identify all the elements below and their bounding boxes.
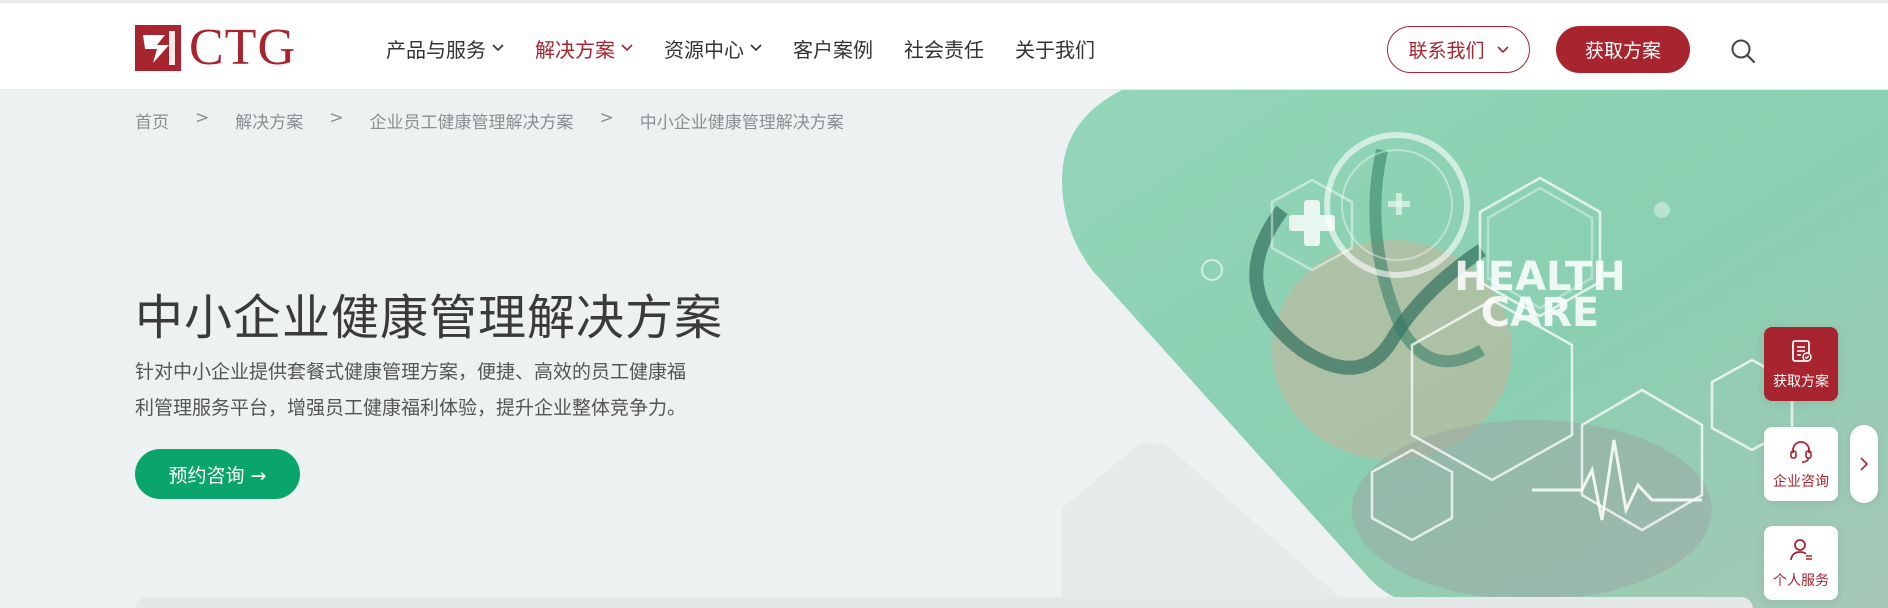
breadcrumb: 首页 > 解决方案 > 企业员工健康管理解决方案 > 中小企业健康管理解决方案 [135, 108, 844, 133]
care-text: CARE [1481, 290, 1599, 336]
nav-label: 解决方案 [535, 37, 615, 62]
side-panel-expand-button[interactable] [1850, 425, 1878, 503]
search-icon[interactable] [1730, 38, 1756, 64]
chevron-down-icon [750, 44, 762, 52]
breadcrumb-separator: > [195, 108, 210, 128]
chevron-down-icon [1496, 45, 1509, 53]
nav-csr[interactable]: 社会责任 [904, 34, 984, 63]
breadcrumb-separator: > [329, 108, 344, 128]
nav-label: 产品与服务 [386, 37, 486, 62]
hero-description-line: 利管理服务平台，增强员工健康福利体验，提升企业整体竞争力。 [135, 397, 687, 419]
headset-icon [1790, 441, 1812, 463]
document-icon [1792, 340, 1812, 362]
float-personal-service-button[interactable]: 个人服务 [1764, 526, 1838, 600]
float-label: 企业咨询 [1773, 474, 1829, 490]
main-nav: 产品与服务 解决方案 资源中心 客户案例 社会责任 关于我们 [386, 3, 1126, 93]
get-solution-label: 获取方案 [1584, 40, 1661, 62]
chevron-right-icon [1860, 457, 1869, 471]
contact-us-button[interactable]: 联系我们 [1387, 26, 1530, 73]
nav-label: 关于我们 [1015, 37, 1095, 62]
logo-mark-icon [135, 25, 181, 71]
logo[interactable]: CTG [135, 19, 296, 76]
chevron-down-icon [621, 44, 633, 52]
chevron-down-icon [492, 44, 504, 52]
nav-about[interactable]: 关于我们 [1015, 34, 1095, 63]
float-enterprise-consult-button[interactable]: 企业咨询 [1764, 427, 1838, 501]
book-consultation-button[interactable]: 预约咨询 → [135, 449, 300, 499]
breadcrumb-home[interactable]: 首页 [135, 108, 169, 133]
nav-resources[interactable]: 资源中心 [664, 34, 762, 63]
nav-label: 客户案例 [793, 37, 873, 62]
breadcrumb-current: 中小企业健康管理解决方案 [639, 113, 844, 133]
float-get-solution-button[interactable]: 获取方案 [1764, 327, 1838, 401]
nav-label: 社会责任 [904, 37, 984, 62]
site-header: CTG 产品与服务 解决方案 资源中心 客户案例 社会责任 关于我们 联系我们 … [0, 0, 1888, 90]
nav-products[interactable]: 产品与服务 [386, 34, 504, 63]
page-title: 中小企业健康管理解决方案 [135, 290, 724, 346]
float-label: 个人服务 [1773, 573, 1829, 589]
nav-cases[interactable]: 客户案例 [793, 34, 873, 63]
book-consultation-label: 预约咨询 → [168, 464, 267, 487]
contact-us-label: 联系我们 [1408, 40, 1485, 62]
get-solution-button[interactable]: 获取方案 [1556, 26, 1690, 73]
nav-label: 资源中心 [664, 37, 744, 62]
content-card-edge [135, 597, 1753, 608]
hero-description: 针对中小企业提供套餐式健康管理方案，便捷、高效的员工健康福 利管理服务平台，增强… [135, 354, 735, 426]
nav-solutions[interactable]: 解决方案 [535, 34, 633, 63]
float-label: 获取方案 [1773, 374, 1829, 390]
logo-text: CTG [189, 19, 296, 76]
breadcrumb-separator: > [599, 108, 614, 128]
person-icon [1790, 539, 1812, 561]
breadcrumb-solutions[interactable]: 解决方案 [235, 108, 303, 133]
breadcrumb-employee-health[interactable]: 企业员工健康管理解决方案 [370, 108, 574, 133]
hero-description-line: 针对中小企业提供套餐式健康管理方案，便捷、高效的员工健康福 [135, 361, 687, 383]
